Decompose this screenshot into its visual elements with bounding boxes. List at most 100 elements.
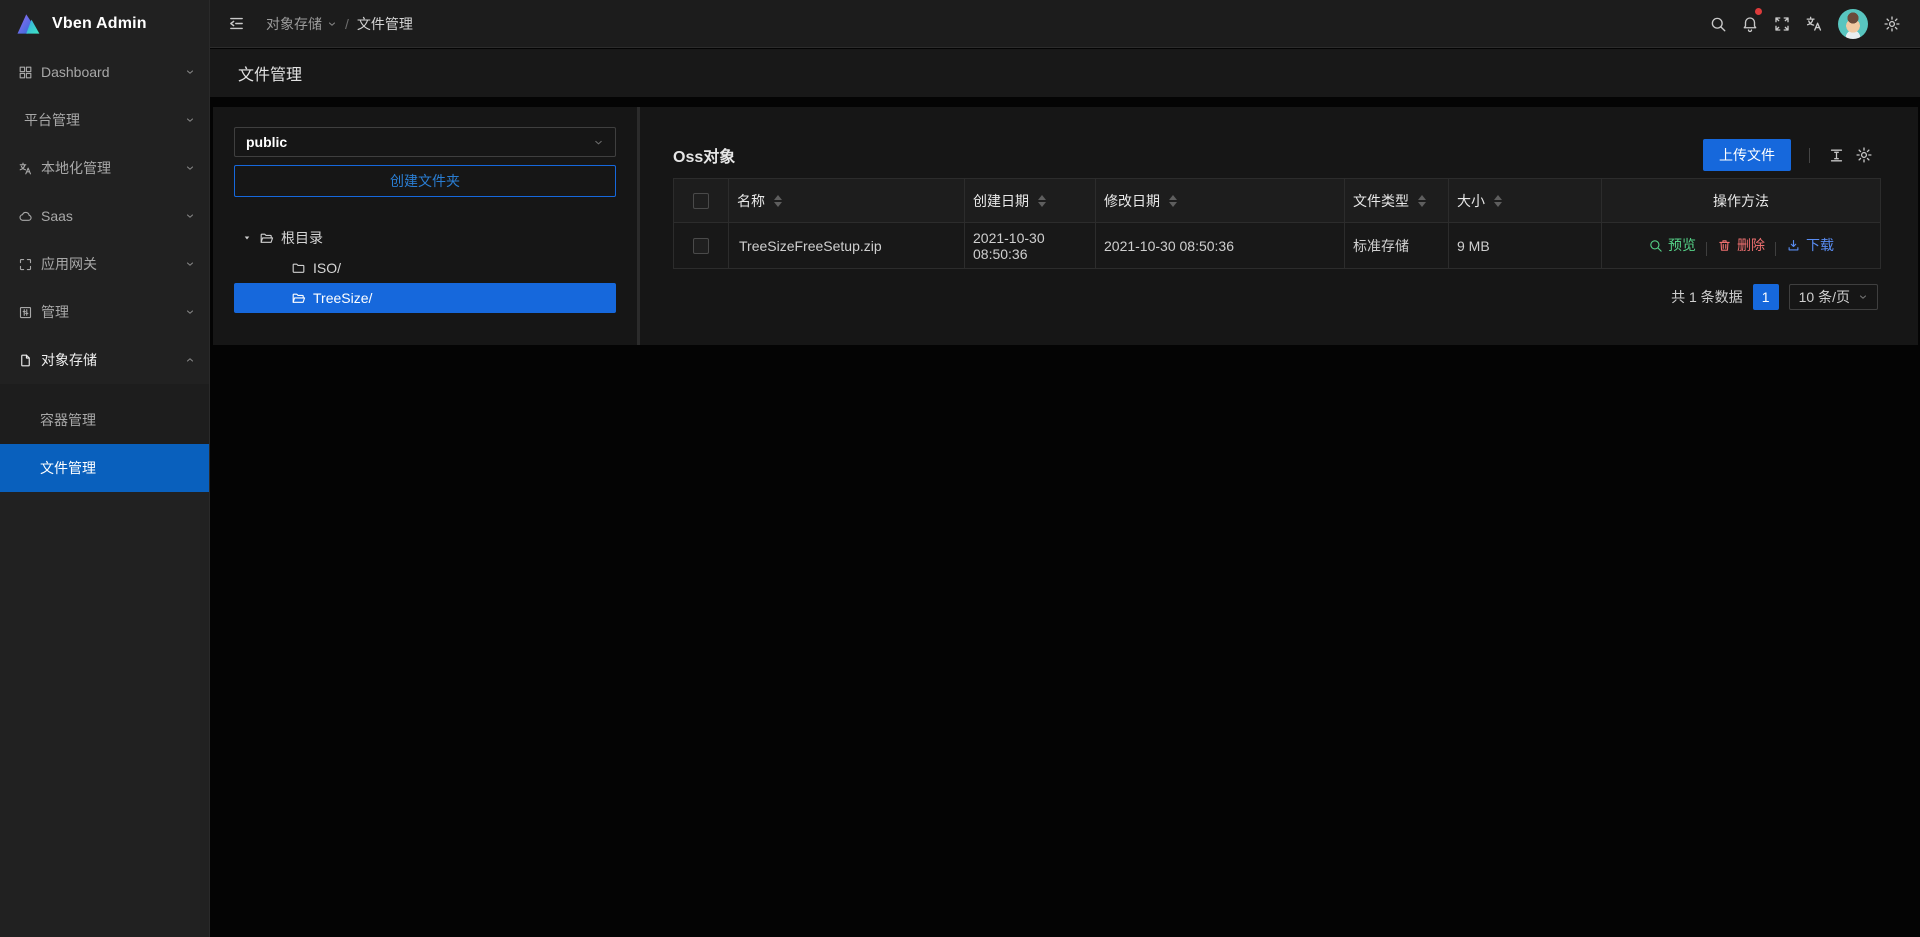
oss-table: 名称创建日期修改日期文件类型大小操作方法 TreeSizeFreeSetup.z… xyxy=(673,178,1881,269)
column-header-size[interactable]: 大小 xyxy=(1449,179,1602,223)
row-height-icon[interactable] xyxy=(1822,141,1850,169)
content-area: public 创建文件夹 根目录ISO/TreeSize/ Oss对象 上传文件 xyxy=(210,97,1920,937)
tree-item[interactable]: ISO/ xyxy=(234,253,616,283)
folder-icon xyxy=(291,261,306,276)
table-row: TreeSizeFreeSetup.zip2021-10-30 08:50:36… xyxy=(674,223,1881,269)
cell-modified: 2021-10-30 08:50:36 xyxy=(1096,223,1345,269)
chevron-down-icon xyxy=(185,307,195,317)
upload-button[interactable]: 上传文件 xyxy=(1703,139,1791,171)
action-divider xyxy=(1706,242,1707,256)
oss-panel-header: Oss对象 上传文件 xyxy=(673,139,1878,171)
chevron-down-icon xyxy=(185,67,195,77)
download-action[interactable]: 下载 xyxy=(1786,235,1834,255)
sidebar-subitem[interactable]: 容器管理 xyxy=(0,396,209,444)
header-left: 对象存储 / 文件管理 xyxy=(220,0,413,48)
action-divider xyxy=(1775,242,1776,256)
column-header-name[interactable]: 名称 xyxy=(729,179,965,223)
cell-actions: 预览 删除 下载 xyxy=(1602,223,1881,269)
top-header: 对象存储 / 文件管理 xyxy=(210,0,1920,48)
delete-icon xyxy=(1717,238,1732,253)
bucket-select[interactable]: public xyxy=(234,127,616,157)
app-root: Vben Admin Dashboard平台管理本地化管理Saas应用网关管理对… xyxy=(0,0,1920,937)
table-toolbar: 上传文件 xyxy=(1703,139,1878,171)
sort-icon[interactable] xyxy=(1169,195,1177,207)
page-size-value: 10 条/页 xyxy=(1799,287,1850,307)
sidebar-menu: Dashboard平台管理本地化管理Saas应用网关管理对象存储容器管理文件管理 xyxy=(0,48,209,492)
sort-icon[interactable] xyxy=(1494,195,1502,207)
chevron-down-icon xyxy=(185,259,195,269)
sidebar-item[interactable]: 管理 xyxy=(0,288,209,336)
sort-icon[interactable] xyxy=(774,195,782,207)
column-header-created[interactable]: 创建日期 xyxy=(965,179,1096,223)
tree-item[interactable]: TreeSize/ xyxy=(234,283,616,313)
delete-action[interactable]: 删除 xyxy=(1717,235,1765,255)
fullscreen-icon[interactable] xyxy=(1766,0,1798,48)
breadcrumb: 对象存储 / 文件管理 xyxy=(266,14,413,34)
chevron-down-icon xyxy=(593,137,604,148)
cell-size: 9 MB xyxy=(1449,223,1602,269)
sidebar-subitem[interactable]: 文件管理 xyxy=(0,444,209,492)
language-icon[interactable] xyxy=(1798,0,1830,48)
table-settings-icon[interactable] xyxy=(1850,141,1878,169)
toolbar-divider xyxy=(1809,148,1810,163)
bucket-select-value: public xyxy=(246,134,287,150)
create-folder-button[interactable]: 创建文件夹 xyxy=(234,165,616,197)
cloud-icon xyxy=(18,209,33,224)
page-size-select[interactable]: 10 条/页 xyxy=(1789,284,1878,310)
oss-panel: Oss对象 上传文件 名称创建日期修改日期文件类型大小操作方法 TreeSize… xyxy=(640,107,1918,345)
sliders-icon xyxy=(18,305,33,320)
sidebar-item[interactable]: 平台管理 xyxy=(0,96,209,144)
panel-title: Oss对象 xyxy=(673,143,735,167)
chevron-down-icon xyxy=(185,115,195,125)
sidebar-item[interactable]: Dashboard xyxy=(0,48,209,96)
preview-icon xyxy=(1648,238,1663,253)
chevron-down-icon xyxy=(327,19,337,29)
sidebar-item[interactable]: Saas xyxy=(0,192,209,240)
pagination: 共 1 条数据 1 10 条/页 xyxy=(673,284,1878,310)
dashboard-icon xyxy=(18,65,33,80)
preview-action[interactable]: 预览 xyxy=(1648,235,1696,255)
app-title: Vben Admin xyxy=(52,15,147,33)
file-icon xyxy=(18,353,33,368)
chevron-down-icon xyxy=(185,355,195,365)
column-header-modified[interactable]: 修改日期 xyxy=(1096,179,1345,223)
user-avatar[interactable] xyxy=(1838,9,1868,39)
pagination-page-button[interactable]: 1 xyxy=(1753,284,1779,310)
sort-icon[interactable] xyxy=(1038,195,1046,207)
sidebar-item[interactable]: 应用网关 xyxy=(0,240,209,288)
folder-tree: 根目录ISO/TreeSize/ xyxy=(234,223,616,313)
breadcrumb-separator: / xyxy=(345,16,349,32)
notification-badge xyxy=(1755,8,1762,15)
breadcrumb-item-current[interactable]: 文件管理 xyxy=(357,14,413,34)
bucket-panel: public 创建文件夹 根目录ISO/TreeSize/ xyxy=(213,107,637,345)
settings-icon[interactable] xyxy=(1876,0,1908,48)
sidebar-item[interactable]: 对象存储 xyxy=(0,336,209,384)
sidebar: Vben Admin Dashboard平台管理本地化管理Saas应用网关管理对… xyxy=(0,0,210,937)
breadcrumb-item-parent[interactable]: 对象存储 xyxy=(266,14,337,34)
pagination-total: 共 1 条数据 xyxy=(1671,287,1743,307)
logo[interactable]: Vben Admin xyxy=(0,0,209,48)
sidebar-item[interactable]: 本地化管理 xyxy=(0,144,209,192)
cell-name: TreeSizeFreeSetup.zip xyxy=(729,223,965,269)
chevron-down-icon xyxy=(185,163,195,173)
gateway-icon xyxy=(18,257,33,272)
row-checkbox[interactable] xyxy=(693,238,709,254)
translate-icon xyxy=(18,161,33,176)
tree-item[interactable]: 根目录 xyxy=(234,223,616,253)
column-header-type[interactable]: 文件类型 xyxy=(1345,179,1449,223)
download-icon xyxy=(1786,238,1801,253)
sort-icon[interactable] xyxy=(1418,195,1426,207)
search-icon[interactable] xyxy=(1702,0,1734,48)
bell-icon[interactable] xyxy=(1734,0,1766,48)
folder-open-icon xyxy=(259,231,274,246)
column-header-actions: 操作方法 xyxy=(1602,179,1881,223)
chevron-down-icon xyxy=(1858,292,1868,302)
folder-open-icon xyxy=(291,291,306,306)
page-title: 文件管理 xyxy=(238,61,302,85)
menu-fold-icon[interactable] xyxy=(220,0,252,48)
header-actions xyxy=(1702,0,1908,48)
select-all-checkbox[interactable] xyxy=(693,193,709,209)
cell-type: 标准存储 xyxy=(1345,223,1449,269)
cell-created: 2021-10-30 08:50:36 xyxy=(965,223,1096,269)
chevron-down-icon xyxy=(185,211,195,221)
